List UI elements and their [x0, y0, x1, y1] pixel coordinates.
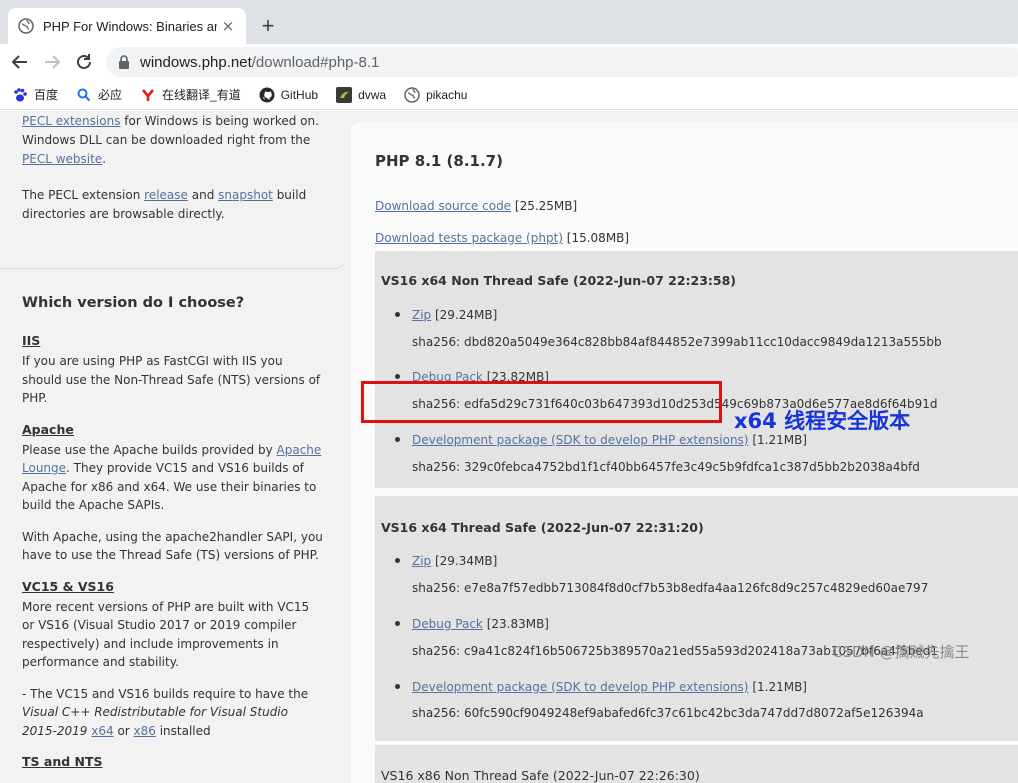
pecl-build-paragraph: The PECL extension release and snapshot … [22, 188, 307, 221]
new-tab-button[interactable]: + [256, 12, 280, 40]
bookmark-dvwa[interactable]: dvwa [336, 86, 387, 103]
youdao-icon [140, 87, 156, 103]
build-x86-nts: VS16 x86 Non Thread Safe (2022-Jun-07 22… [375, 745, 1018, 783]
dev-package-link[interactable]: Development package (SDK to develop PHP … [412, 433, 749, 447]
sha-hash: sha256: e7e8a7f57edbb713084f8d0cf7b53b8e… [412, 581, 929, 595]
bullet [395, 374, 400, 379]
ts-nts-heading: TS and NTS [22, 754, 103, 769]
iis-text: If you are using PHP as FastCGI with IIS… [22, 354, 321, 405]
pecl-paragraph: PECL extensions for Windows is being wor… [22, 114, 319, 166]
watermark: CSDN @擒贼先擒王 [832, 643, 970, 661]
forward-icon[interactable] [40, 50, 64, 74]
bookmark-github[interactable]: GitHub [259, 87, 318, 103]
dev-package-item: Development package (SDK to develop PHP … [395, 680, 807, 694]
release-link[interactable]: release [144, 188, 188, 202]
search-icon [76, 87, 92, 103]
source-download: Download source code [25.25MB] [375, 199, 578, 213]
build-x64-nts: VS16 x64 Non Thread Safe (2022-Jun-07 22… [375, 251, 1018, 488]
snapshot-link[interactable]: snapshot [218, 188, 273, 202]
tab-title: PHP For Windows: Binaries and [43, 18, 217, 34]
bookmark-label: 百度 [34, 88, 59, 102]
bullet [395, 312, 400, 317]
sha-hash: sha256: 60fc590cf9049248ef9abafed6fc37c6… [412, 706, 924, 720]
zip-item: Zip [29.34MB] [395, 554, 497, 568]
dvwa-icon [336, 86, 353, 103]
build-heading: VS16 x86 Non Thread Safe (2022-Jun-07 22… [381, 768, 700, 783]
bookmark-baidu[interactable]: 百度 [12, 86, 58, 103]
vc-redist-text: - The VC15 and VS16 builds require to ha… [22, 686, 309, 738]
download-tests-link[interactable]: Download tests package (phpt) [375, 231, 563, 245]
sha-hash: sha256: dbd820a5049e364c828bb84af844852e… [412, 335, 942, 349]
bookmark-label: GitHub [280, 87, 319, 102]
bullet [395, 621, 400, 626]
browser-tab[interactable]: PHP For Windows: Binaries and × [8, 8, 246, 44]
build-heading: VS16 x64 Thread Safe (2022-Jun-07 22:31:… [381, 520, 704, 535]
vc-heading: VC15 & VS16 [22, 578, 114, 594]
bookmark-label: dvwa [358, 87, 387, 102]
debug-pack-link[interactable]: Debug Pack [412, 617, 483, 631]
bookmark-label: 在线翻译_有道 [162, 88, 241, 102]
page-content: PECL extensions for Windows is being wor… [0, 111, 1018, 783]
lock-icon[interactable] [118, 55, 130, 69]
browser-tab-bar: PHP For Windows: Binaries and × + [0, 0, 1018, 44]
globe-icon [404, 86, 420, 103]
vc-text: More recent versions of PHP are built wi… [22, 599, 310, 670]
annotation-label: x64 线程安全版本 [734, 409, 911, 433]
github-icon [259, 87, 275, 103]
version-guide-heading: Which version do I choose? [22, 295, 245, 311]
iis-heading: IIS [22, 333, 41, 348]
bookmark-label: pikachu [426, 87, 468, 102]
version-guide-box: Which version do I choose? IIS If you ar… [0, 275, 345, 783]
pecl-info-box: PECL extensions for Windows is being wor… [0, 111, 345, 268]
browser-toolbar: windows.php.net/download#php-8.1 [0, 44, 1018, 80]
address-bar[interactable]: windows.php.net/download#php-8.1 [106, 47, 1018, 77]
globe-icon [18, 18, 34, 34]
build-heading: VS16 x64 Non Thread Safe (2022-Jun-07 22… [381, 273, 737, 288]
zip-link[interactable]: Zip [412, 308, 431, 322]
back-icon[interactable] [8, 50, 32, 74]
bookmark-pikachu[interactable]: pikachu [404, 86, 468, 103]
sha-hash: sha256: 329c0febca4752bd1f1cf40bb6457fe3… [412, 460, 920, 474]
zip-link[interactable]: Zip [412, 554, 431, 568]
bullet [395, 558, 400, 563]
dev-package-item: Development package (SDK to develop PHP … [395, 433, 807, 447]
bookmark-youdao[interactable]: 在线翻译_有道 [140, 86, 241, 103]
baidu-paw-icon [12, 87, 28, 103]
apache-text: Please use the Apache builds provided by… [22, 442, 322, 513]
zip-item: Zip [29.24MB] [395, 308, 497, 322]
bookmark-label: 必应 [98, 88, 123, 102]
dev-package-link[interactable]: Development package (SDK to develop PHP … [412, 680, 749, 694]
debug-pack-item: Debug Pack [23.83MB] [395, 617, 549, 631]
pecl-extensions-link[interactable]: PECL extensions [22, 114, 120, 128]
url-text: windows.php.net/download#php-8.1 [140, 53, 380, 71]
download-source-link[interactable]: Download source code [375, 199, 511, 213]
apache-heading: Apache [22, 421, 74, 437]
build-x64-ts: VS16 x64 Thread Safe (2022-Jun-07 22:31:… [375, 496, 1018, 741]
apache-ts-text: With Apache, using the apache2handler SA… [22, 529, 323, 563]
highlight-box [361, 381, 722, 423]
bullet [395, 684, 400, 689]
x64-redist-link[interactable]: x64 [91, 724, 113, 738]
tests-download: Download tests package (phpt) [15.08MB] [375, 231, 630, 245]
bookmarks-bar: 百度 必应 在线翻译_有道 GitHub dvwa pikachu [0, 80, 1018, 110]
x86-redist-link[interactable]: x86 [134, 724, 156, 738]
php-release-box: PHP 8.1 (8.1.7) Download source code [25… [351, 122, 1018, 783]
bullet [395, 437, 400, 442]
close-icon[interactable]: × [220, 17, 236, 35]
release-title: PHP 8.1 (8.1.7) [375, 152, 503, 170]
pecl-website-link[interactable]: PECL website [22, 152, 102, 166]
reload-icon[interactable] [72, 50, 96, 74]
bookmark-bing[interactable]: 必应 [76, 86, 122, 103]
